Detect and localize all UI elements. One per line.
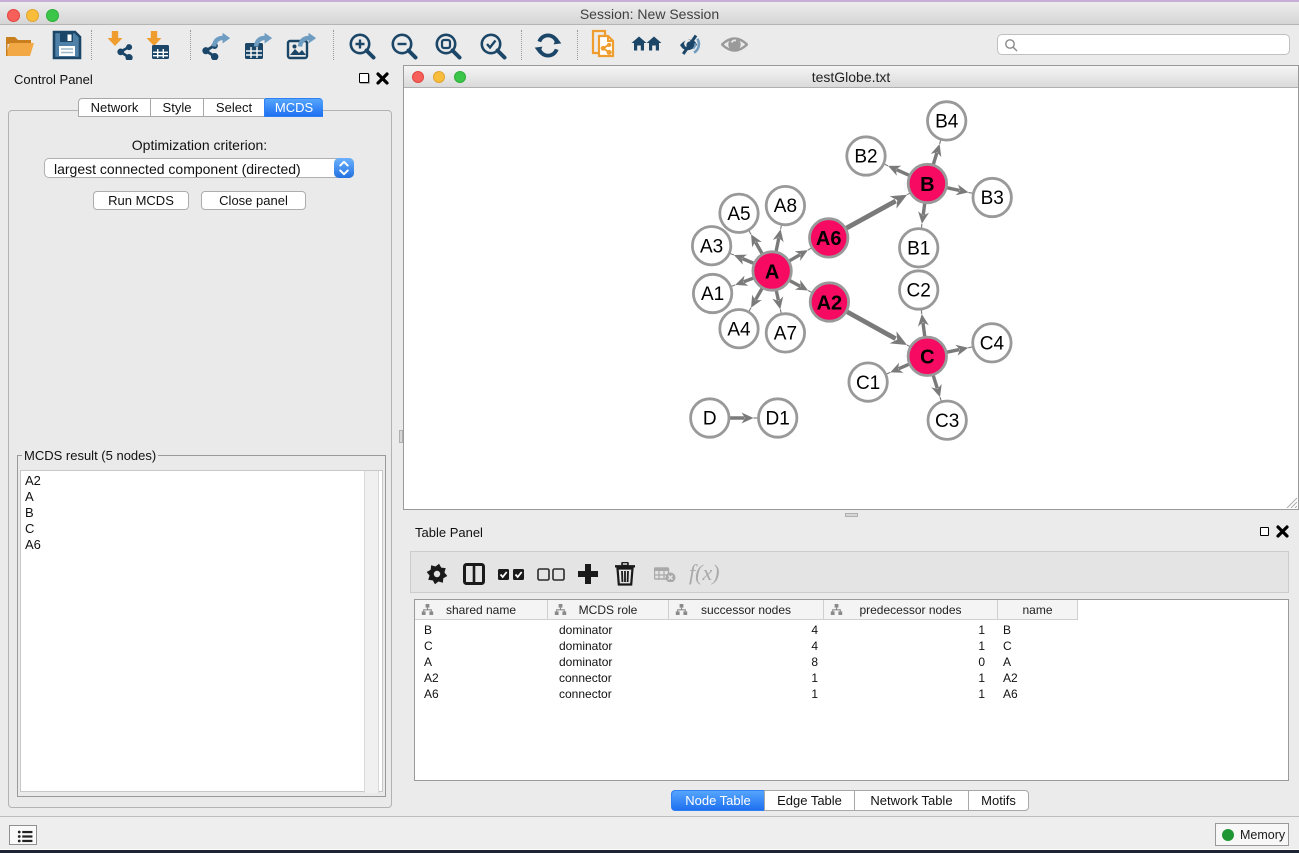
svg-text:A4: A4 — [727, 319, 751, 340]
svg-text:A2: A2 — [817, 292, 843, 314]
svg-text:B4: B4 — [935, 112, 959, 133]
svg-text:A8: A8 — [774, 196, 797, 217]
svg-text:A7: A7 — [774, 324, 797, 345]
svg-text:C2: C2 — [907, 281, 931, 302]
svg-text:A5: A5 — [727, 204, 750, 225]
svg-text:B1: B1 — [907, 239, 930, 260]
svg-text:C: C — [920, 347, 934, 369]
svg-text:B: B — [920, 174, 934, 196]
svg-text:B2: B2 — [854, 147, 877, 168]
svg-text:C4: C4 — [980, 333, 1005, 354]
svg-text:C3: C3 — [935, 411, 959, 432]
svg-text:C1: C1 — [856, 373, 880, 394]
svg-text:B3: B3 — [981, 188, 1004, 209]
svg-text:D: D — [703, 409, 717, 430]
svg-text:A1: A1 — [701, 284, 724, 305]
svg-text:A: A — [765, 261, 779, 283]
svg-text:A6: A6 — [816, 228, 842, 250]
svg-text:A3: A3 — [700, 236, 723, 257]
svg-text:D1: D1 — [766, 409, 790, 430]
